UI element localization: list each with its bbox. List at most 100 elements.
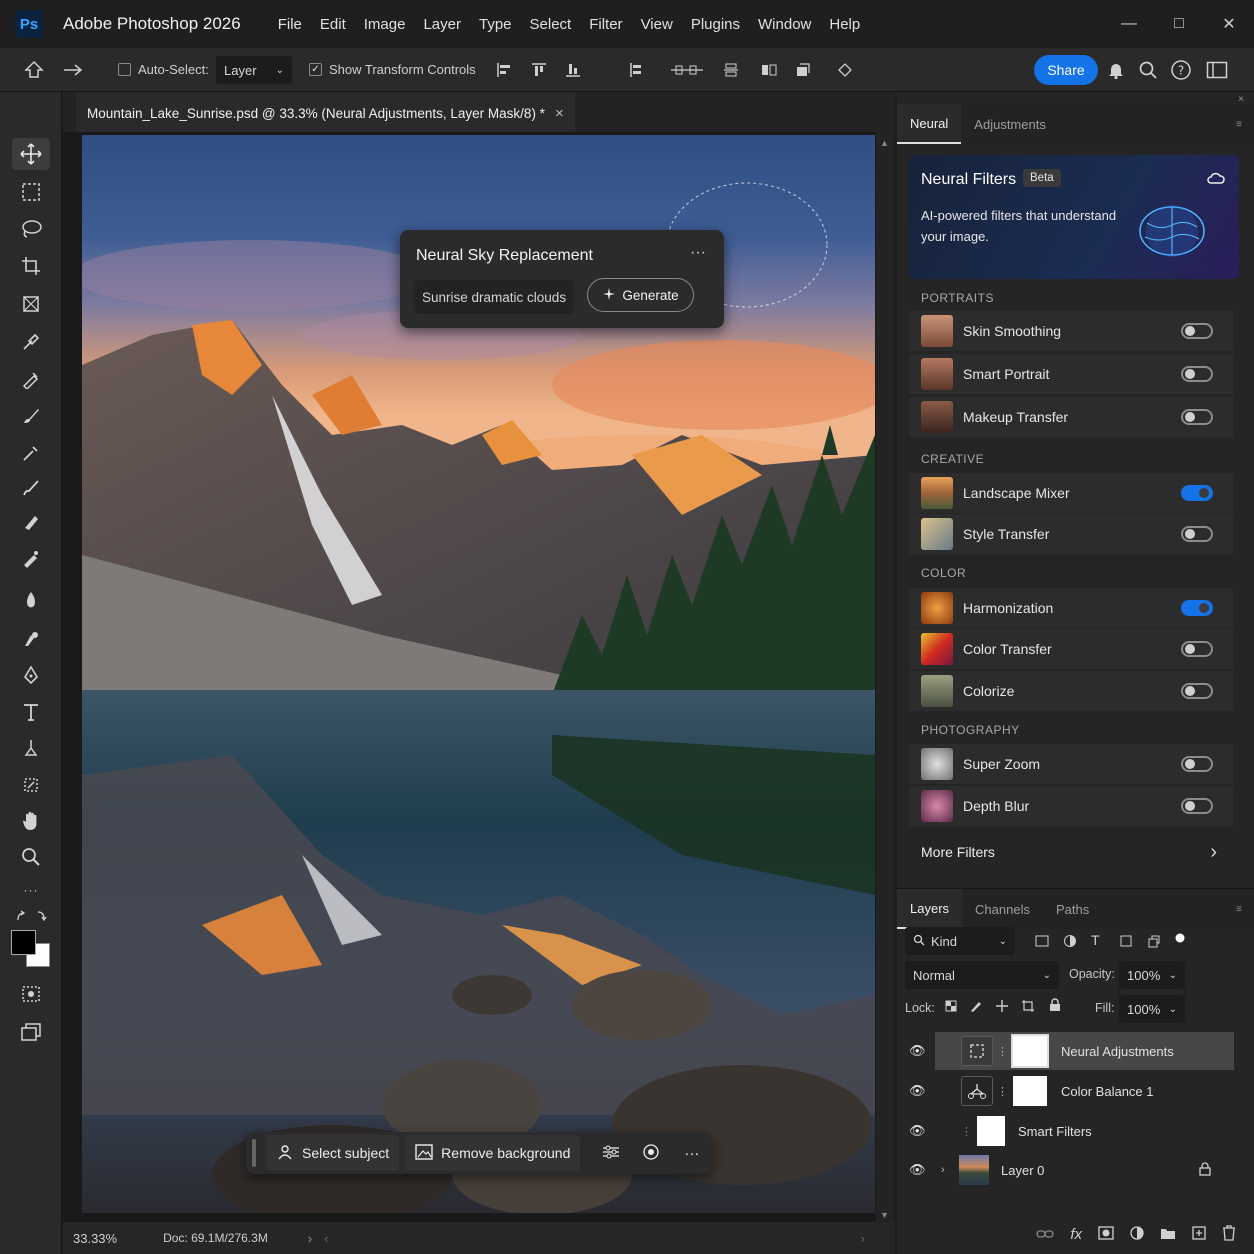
kind-filter-dropdown[interactable]: Kind ⌄ — [905, 927, 1015, 955]
mask-link-icon[interactable]: ⋮ — [997, 1045, 1008, 1058]
healing-brush-icon[interactable] — [12, 363, 50, 395]
marquee-tool-icon[interactable] — [12, 176, 50, 208]
menu-edit[interactable]: Edit — [311, 16, 355, 33]
depth-blur-toggle[interactable] — [1181, 798, 1213, 814]
move-tool-home-icon[interactable] — [24, 60, 44, 80]
workspace-icon[interactable] — [1206, 60, 1228, 80]
filter-skin-smoothing[interactable]: Skin Smoothing — [909, 311, 1233, 351]
filter-harmonization[interactable]: Harmonization — [909, 588, 1233, 628]
status-expand-icon[interactable]: › — [308, 1231, 312, 1246]
layers-menu-icon[interactable]: ≡ — [1236, 904, 1242, 915]
layer-row[interactable]: 👁 ⋮ Smart Filters — [897, 1112, 1234, 1150]
share-button[interactable]: Share — [1034, 55, 1098, 85]
skin-smoothing-toggle[interactable] — [1181, 323, 1213, 339]
eyedropper-tool-icon[interactable] — [12, 326, 50, 358]
more-icon[interactable]: ··· — [684, 1145, 699, 1162]
menu-layer[interactable]: Layer — [414, 16, 470, 33]
filter-super-zoom[interactable]: Super Zoom — [909, 744, 1233, 784]
crop-tool-icon[interactable] — [12, 250, 50, 282]
super-zoom-toggle[interactable] — [1181, 756, 1213, 772]
pen-tool-icon[interactable] — [12, 659, 50, 691]
screen-mode-icon[interactable] — [12, 1016, 50, 1048]
document-tab[interactable]: Mountain_Lake_Sunrise.psd @ 33.3% (Neura… — [76, 92, 575, 132]
menu-window[interactable]: Window — [749, 16, 820, 33]
tab-paths[interactable]: Paths — [1043, 889, 1102, 929]
auto-select-dropdown[interactable]: Layer ⌄ — [216, 56, 292, 84]
panel-close-icon[interactable]: × — [1238, 94, 1244, 105]
tab-layers[interactable]: Layers — [897, 889, 963, 929]
align-left-icon[interactable] — [496, 61, 514, 79]
tab-neural[interactable]: Neural — [897, 104, 962, 144]
dodge-tool-icon[interactable] — [12, 623, 50, 655]
tab-channels[interactable]: Channels — [962, 889, 1043, 929]
filter-landscape-mixer[interactable]: Landscape Mixer — [909, 473, 1233, 513]
visibility-eye-icon[interactable]: 👁 — [909, 1043, 926, 1059]
blur-tool-icon[interactable] — [12, 584, 50, 616]
color-transfer-toggle[interactable] — [1181, 641, 1213, 657]
frame-tool-icon[interactable] — [12, 288, 50, 320]
new-group-icon[interactable] — [1160, 1226, 1176, 1243]
style-transfer-toggle[interactable] — [1181, 526, 1213, 542]
canvas-vertical-scrollbar[interactable]: ▲ ▼ — [876, 132, 894, 1222]
distribute-horizontal-icon[interactable] — [670, 63, 704, 77]
lasso-tool-icon[interactable] — [12, 213, 50, 245]
opacity-field[interactable]: 100% ⌄ — [1119, 961, 1185, 989]
layer-row[interactable]: 👁 ⋮ Neural Adjustments — [897, 1032, 1234, 1070]
history-brush-icon[interactable] — [12, 472, 50, 504]
layer-row[interactable]: 👁 › Layer 0 — [897, 1151, 1234, 1189]
search-icon[interactable] — [1138, 60, 1158, 80]
minimize-icon[interactable]: — — [1104, 0, 1154, 48]
menu-plugins[interactable]: Plugins — [682, 16, 749, 33]
filter-makeup-transfer[interactable]: Makeup Transfer — [909, 397, 1233, 437]
visibility-eye-icon[interactable]: 👁 — [909, 1083, 926, 1099]
path-selection-icon[interactable] — [12, 732, 50, 764]
link-layers-icon[interactable] — [1036, 1227, 1054, 1242]
delete-layer-icon[interactable] — [1222, 1224, 1236, 1244]
layer-name[interactable]: Smart Filters — [1018, 1124, 1092, 1139]
more-filters-row[interactable]: More Filters › — [909, 832, 1233, 872]
lock-brush-icon[interactable] — [969, 999, 983, 1016]
filter-type-icon[interactable]: T — [1091, 932, 1100, 948]
new-fill-adjustment-icon[interactable] — [1130, 1225, 1144, 1243]
visibility-eye-icon[interactable]: 👁 — [909, 1162, 926, 1178]
arrow-right-icon[interactable] — [62, 62, 84, 78]
filter-smart-portrait[interactable]: Smart Portrait — [909, 354, 1233, 394]
swap-colors-icon[interactable] — [12, 900, 50, 932]
menu-select[interactable]: Select — [521, 16, 581, 33]
landscape-mixer-toggle[interactable] — [1181, 485, 1213, 501]
mask-link-icon[interactable]: ⋮ — [997, 1085, 1008, 1098]
brush-tool-icon[interactable] — [12, 400, 50, 432]
select-subject-button[interactable]: Select subject — [266, 1135, 400, 1171]
fill-field[interactable]: 100% ⌄ — [1119, 995, 1185, 1023]
maximize-icon[interactable]: □ — [1154, 0, 1204, 48]
auto-align-icon[interactable] — [794, 61, 812, 79]
menu-file[interactable]: File — [269, 16, 311, 33]
filter-colorize[interactable]: Colorize — [909, 671, 1233, 711]
layer-name[interactable]: Layer 0 — [1001, 1163, 1044, 1178]
filter-depth-blur[interactable]: Depth Blur — [909, 786, 1233, 826]
filter-adjustment-icon[interactable] — [1063, 934, 1077, 951]
shape-tool-icon[interactable] — [12, 769, 50, 801]
layer-mask-thumbnail[interactable] — [1013, 1076, 1047, 1106]
align-bottom-icon[interactable] — [564, 61, 582, 79]
filter-toggle-icon[interactable] — [1175, 931, 1185, 946]
bell-icon[interactable] — [1106, 60, 1126, 80]
harmonization-toggle[interactable] — [1181, 600, 1213, 616]
quick-mask-icon[interactable] — [12, 978, 50, 1010]
mask-icon[interactable] — [642, 1143, 660, 1164]
align-spacing-icon[interactable] — [760, 61, 778, 79]
smart-filter-mask-thumbnail[interactable] — [977, 1116, 1005, 1146]
filter-shape-icon[interactable] — [1119, 934, 1133, 951]
fx-icon[interactable]: fx — [1070, 1226, 1082, 1243]
scroll-left-icon[interactable]: ‹ — [324, 1231, 328, 1246]
lock-artboard-icon[interactable] — [1021, 999, 1035, 1016]
show-transform-checkbox[interactable]: ✓ — [309, 63, 322, 76]
more-options-icon[interactable]: ··· — [690, 244, 706, 262]
menu-help[interactable]: Help — [820, 16, 869, 33]
3d-mode-icon[interactable] — [836, 61, 854, 79]
clone-stamp-icon[interactable] — [12, 437, 50, 469]
layer-mask-thumbnail[interactable] — [1011, 1034, 1049, 1068]
gradient-tool-icon[interactable] — [12, 542, 50, 574]
drag-handle[interactable] — [252, 1139, 256, 1167]
scroll-up-icon[interactable]: ▲ — [880, 138, 889, 148]
